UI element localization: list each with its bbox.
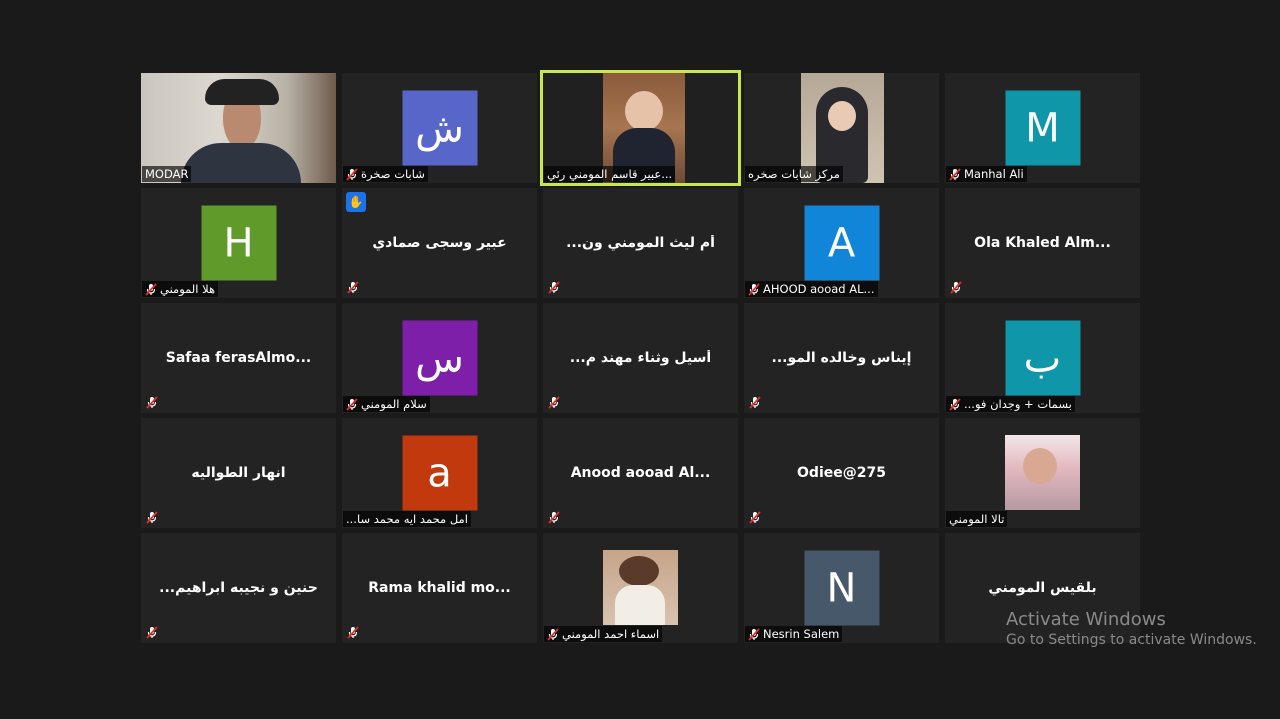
participant-tile[interactable]: Ola Khaled Alm... (945, 188, 1140, 298)
mic-muted-icon (547, 627, 559, 641)
avatar: a (402, 435, 477, 511)
participant-name-label: Nesrin Salem (745, 626, 843, 642)
participant-tile[interactable]: عبير قاسم المومني رئي... (540, 70, 741, 186)
participant-name: Nesrin Salem (763, 627, 840, 641)
mic-muted-icon (949, 397, 961, 411)
participant-name: MODAR (145, 167, 189, 181)
participant-display-name: Anood aooad Al... (570, 465, 711, 481)
participant-tile[interactable]: ب ...بسمات + وجدان فو (945, 303, 1140, 413)
mic-muted-icon (749, 396, 761, 409)
participant-display-name: ...أسيل وثناء مهند م (569, 350, 712, 366)
participant-name: مركز شابات صخره (748, 167, 840, 181)
mic-muted-icon (949, 167, 961, 181)
participant-name: سلام المومني (361, 397, 427, 411)
participant-tile[interactable]: M Manhal Ali (945, 73, 1140, 183)
participant-name: ...بسمات + وجدان فو (964, 397, 1072, 411)
participant-display-name: عبير وسجى صمادي (372, 235, 507, 251)
watermark-subtitle: Go to Settings to activate Windows. (1006, 632, 1257, 648)
participant-display-name: ...إيناس وخالده المو (771, 350, 912, 366)
participant-display-name: Odiee@275 (797, 465, 886, 481)
avatar: A (804, 205, 879, 281)
participant-tile[interactable]: س سلام المومني (342, 303, 537, 413)
mic-muted-icon (749, 511, 761, 524)
raised-hand-icon: ✋ (346, 192, 366, 212)
mic-muted-icon (748, 282, 760, 296)
mic-muted-icon (145, 282, 157, 296)
mic-muted-icon (347, 281, 359, 294)
participant-name: ...امل محمد ايه محمد سا (346, 512, 468, 526)
participant-name: اسماء احمد المومني (562, 627, 660, 641)
participant-name-label: هلا المومني (142, 281, 219, 297)
participant-display-name: Rama khalid mo... (368, 580, 511, 596)
participant-tile[interactable]: MODAR (141, 73, 336, 183)
participant-name-label: سلام المومني (343, 396, 430, 412)
participant-display-name: ...حنين و نجيبه ابراهيم (159, 580, 318, 596)
mic-muted-icon (548, 511, 560, 524)
participant-tile[interactable]: H هلا المومني (141, 188, 336, 298)
participant-name-label: ...امل محمد ايه محمد سا (343, 511, 471, 527)
participant-tile[interactable]: اسماء احمد المومني (543, 533, 738, 643)
participant-display-name: Safaa ferasAlmo... (165, 350, 312, 366)
participant-name: تالا المومني (949, 512, 1005, 526)
participant-tile[interactable]: ...أم ليث المومني ون (543, 188, 738, 298)
mic-muted-icon (347, 626, 359, 639)
participant-name-label: AHOOD aooad AL... (745, 281, 878, 297)
mic-muted-icon (548, 396, 560, 409)
avatar: M (1005, 90, 1080, 166)
participant-tile[interactable]: انهار الطواليه (141, 418, 336, 528)
participant-name: شابات صخرة (361, 167, 425, 181)
participant-tile[interactable]: ش شابات صخرة (342, 73, 537, 183)
mic-muted-icon (146, 396, 158, 409)
participant-tile[interactable]: A AHOOD aooad AL... (744, 188, 939, 298)
participant-tile[interactable]: Rama khalid mo... (342, 533, 537, 643)
mic-muted-icon (950, 281, 962, 294)
participant-tile[interactable]: ...حنين و نجيبه ابراهيم (141, 533, 336, 643)
participant-name-label: ...بسمات + وجدان فو (946, 396, 1075, 412)
participant-display-name: Ola Khaled Alm... (974, 235, 1111, 251)
participant-name-label: مركز شابات صخره (745, 166, 843, 182)
avatar: H (201, 205, 276, 281)
participant-name: هلا المومني (160, 282, 216, 296)
participant-gallery: MODAR ش شابات صخرة عبير قاسم المومني رئي...… (141, 70, 1140, 643)
participant-display-name: ...أم ليث المومني ون (566, 235, 715, 251)
participant-tile[interactable]: تالا المومني (945, 418, 1140, 528)
participant-tile[interactable]: a ...امل محمد ايه محمد سا (342, 418, 537, 528)
participant-name-label: Manhal Ali (946, 166, 1027, 182)
mic-muted-icon (346, 397, 358, 411)
mic-muted-icon (346, 167, 358, 181)
mic-muted-icon (146, 511, 158, 524)
participant-name-label: اسماء احمد المومني (544, 626, 663, 642)
participant-tile[interactable]: Safaa ferasAlmo... (141, 303, 336, 413)
watermark-title: Activate Windows (1006, 609, 1166, 630)
participant-tile[interactable]: عبير وسجى صمادي ✋ (342, 188, 537, 298)
participant-name-label: تالا المومني (946, 511, 1008, 527)
avatar: ب (1005, 320, 1080, 396)
participant-name: AHOOD aooad AL... (763, 282, 875, 296)
participant-tile[interactable]: Anood aooad Al... (543, 418, 738, 528)
participant-name-label: عبير قاسم المومني رئي... (544, 166, 676, 182)
participant-tile[interactable]: مركز شابات صخره (744, 73, 939, 183)
participant-name-label: شابات صخرة (343, 166, 428, 182)
avatar: ش (402, 90, 477, 166)
participant-tile[interactable]: N Nesrin Salem (744, 533, 939, 643)
participant-tile[interactable]: ...إيناس وخالده المو (744, 303, 939, 413)
participant-display-name: بلقيس المومني (988, 580, 1097, 596)
participant-name: عبير قاسم المومني رئي... (547, 167, 673, 181)
participant-tile[interactable]: Odiee@275 (744, 418, 939, 528)
avatar: س (402, 320, 477, 396)
avatar: N (804, 550, 879, 626)
mic-muted-icon (748, 627, 760, 641)
participant-tile[interactable]: ...أسيل وثناء مهند م (543, 303, 738, 413)
mic-muted-icon (146, 626, 158, 639)
participant-display-name: انهار الطواليه (191, 465, 286, 481)
mic-muted-icon (548, 281, 560, 294)
windows-activation-watermark: Activate Windows Go to Settings to activ… (1006, 609, 1257, 649)
participant-name-label: MODAR (142, 166, 192, 182)
participant-name: Manhal Ali (964, 167, 1024, 181)
